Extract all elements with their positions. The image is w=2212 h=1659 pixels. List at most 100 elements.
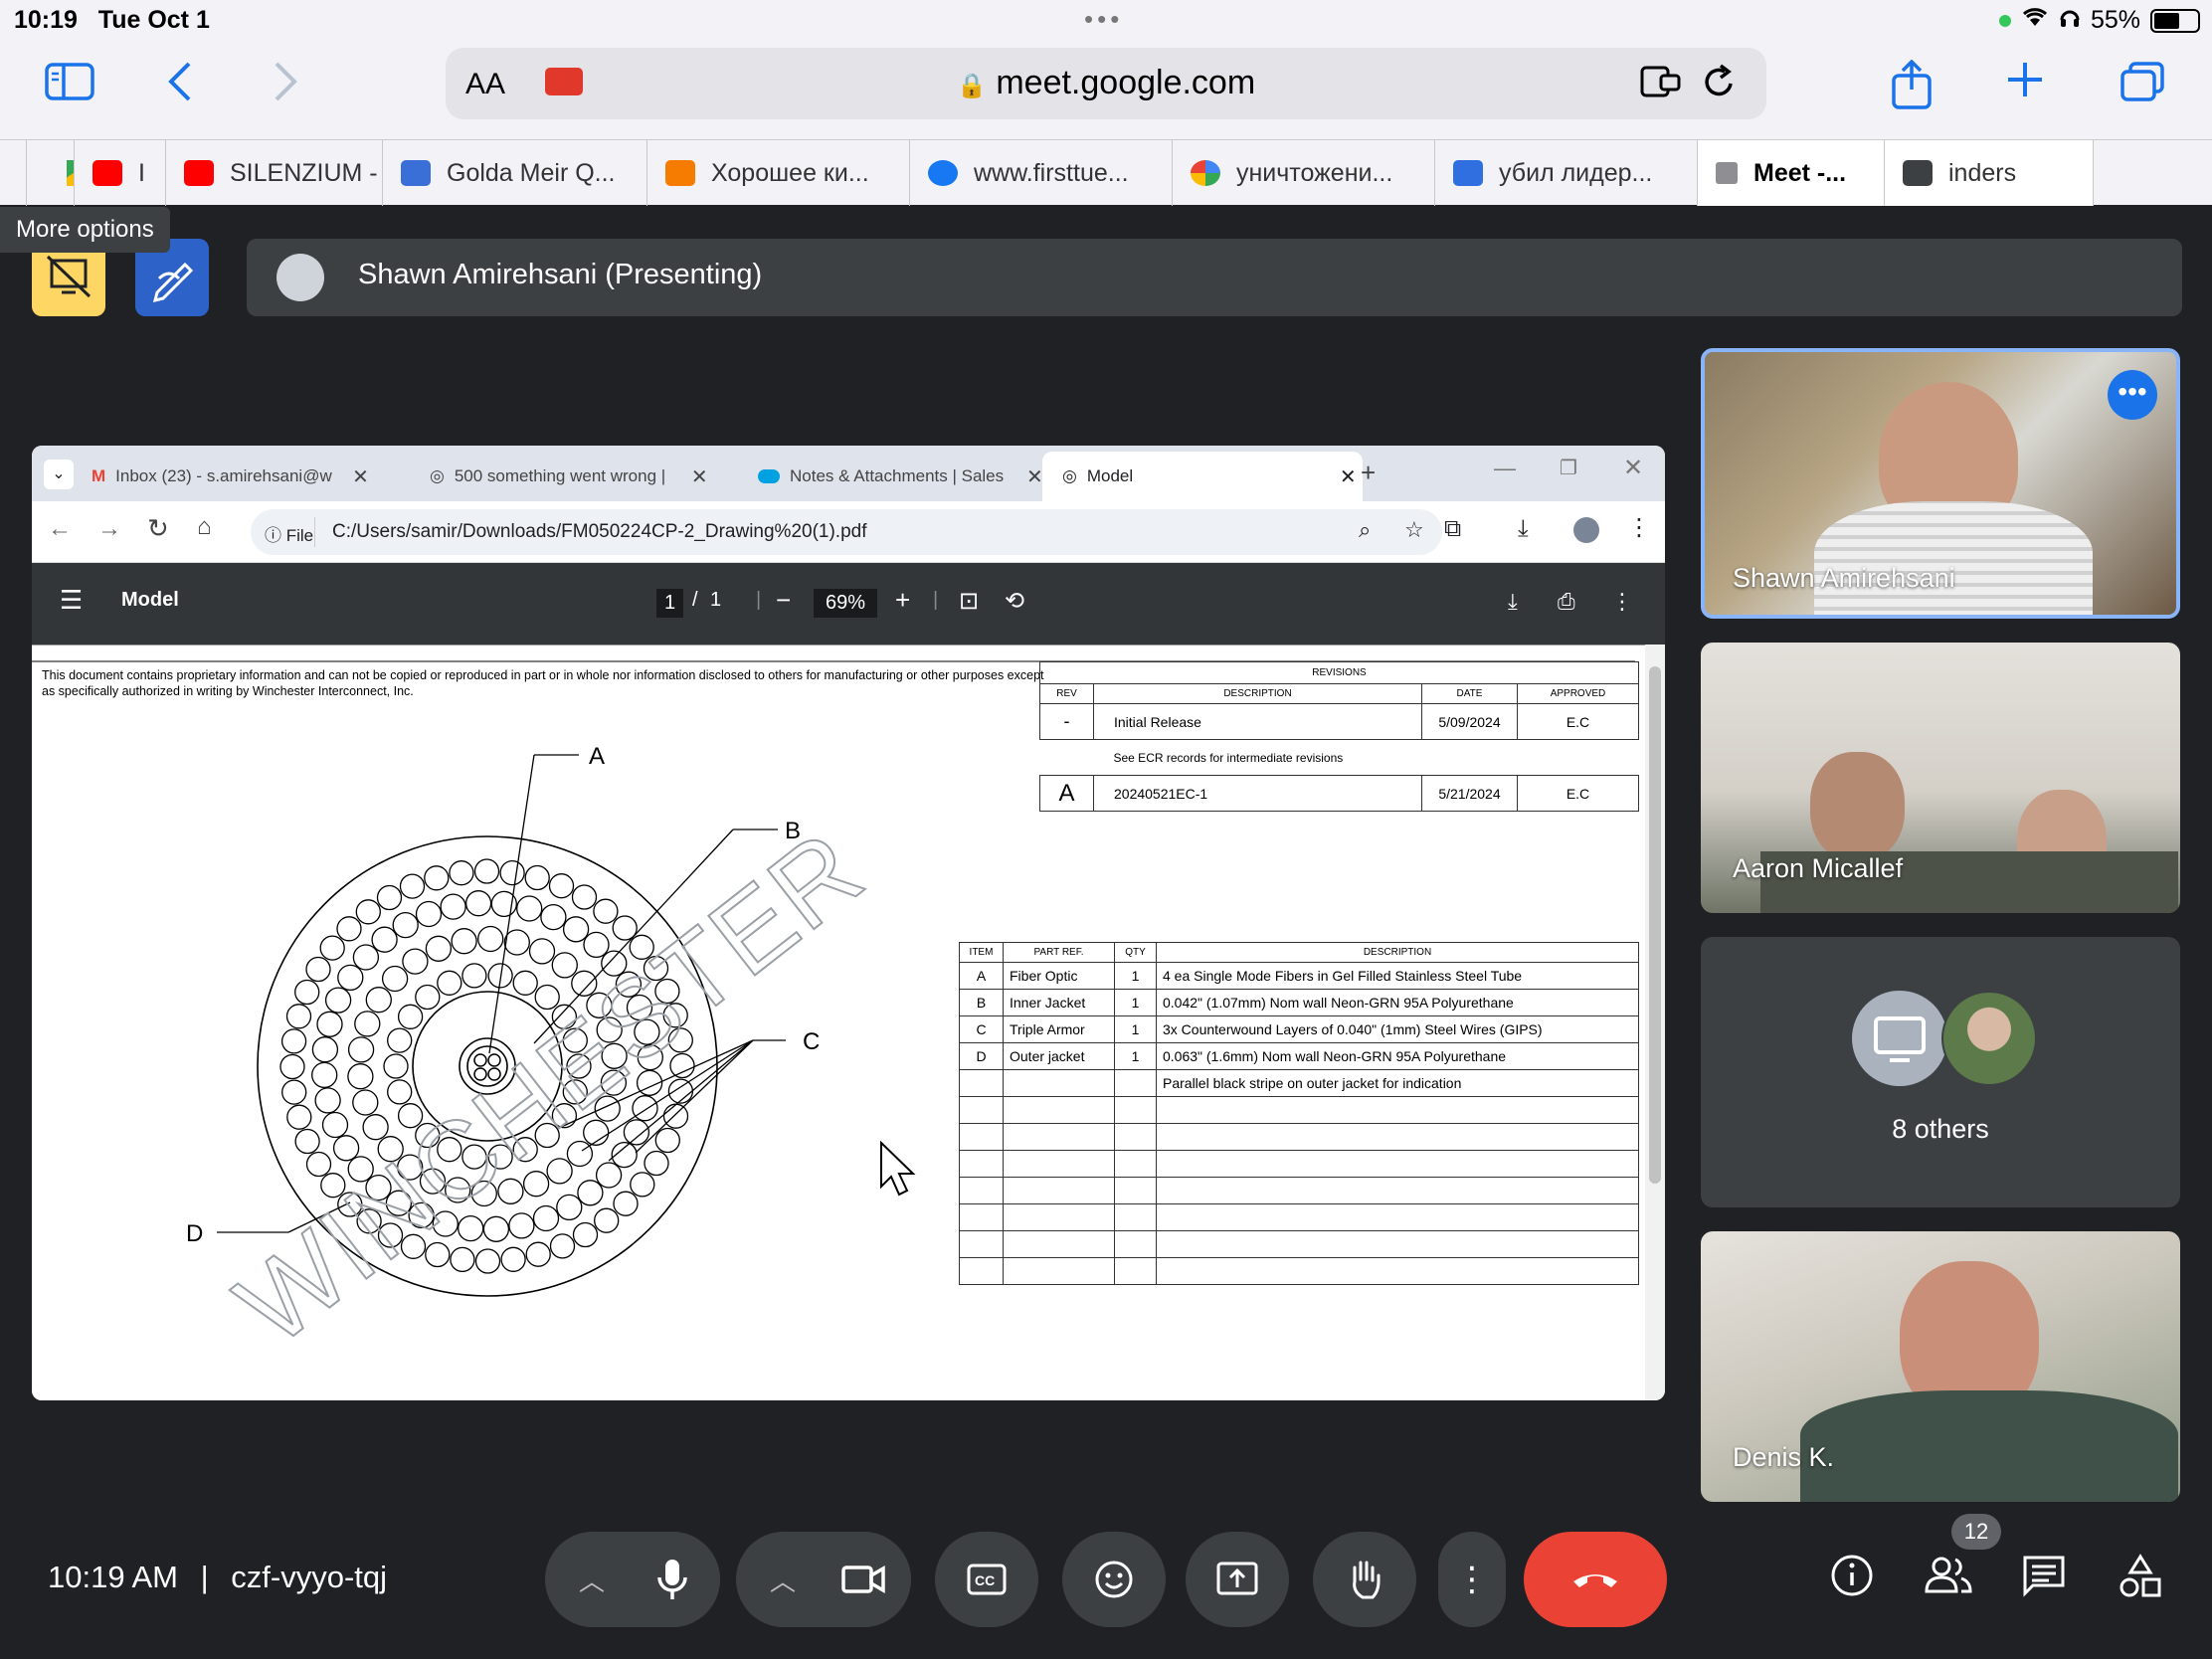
zoom-out-icon[interactable]: −	[776, 585, 791, 616]
close-tab-icon[interactable]	[1716, 162, 1738, 184]
battery-icon	[2150, 8, 2200, 33]
leave-call-button[interactable]	[1524, 1532, 1667, 1627]
armor-wire	[424, 865, 450, 891]
tab-chrome-partial[interactable]	[26, 140, 74, 206]
tab-golda-meir[interactable]: Golda Meir Q...	[382, 140, 646, 206]
tab-ubil-lider[interactable]: убил лидер...	[1434, 140, 1697, 206]
chrome-omnibox[interactable]: ⓘ File C:/Users/samir/Downloads/FM050224…	[251, 509, 1442, 555]
captions-icon: CC	[967, 1564, 1007, 1595]
more-options-button[interactable]: ⋮	[1438, 1532, 1506, 1627]
armor-wire	[381, 965, 409, 993]
print-icon[interactable]: ⎙	[1558, 589, 1575, 615]
close-icon[interactable]: ✕	[691, 464, 708, 489]
forward-icon[interactable]	[271, 60, 300, 114]
chrome-tab-error[interactable]: ◎ 500 something went wrong | ✕	[430, 452, 748, 501]
pdf-title: Model	[121, 589, 179, 611]
tab-youtube-1[interactable]: I	[74, 140, 165, 206]
screen-avatar	[1852, 991, 1947, 1086]
audio-options-chevron-icon[interactable]: ︿	[579, 1562, 605, 1598]
text-size-button[interactable]: AA	[465, 68, 505, 101]
reactions-button[interactable]	[1062, 1532, 1166, 1627]
close-icon[interactable]: ✕	[352, 464, 369, 489]
home-icon[interactable]: ⌂	[197, 513, 212, 541]
back-icon[interactable]	[165, 60, 195, 114]
chrome-menu-icon[interactable]: ⋮	[1627, 513, 1651, 542]
browser-toolbar: AA 🔒 meet.google.com	[0, 42, 2212, 139]
armor-wire	[337, 964, 364, 992]
video-options-chevron-icon[interactable]: ︿	[770, 1562, 796, 1598]
reload-icon[interactable]	[1701, 62, 1739, 110]
download-icon[interactable]: ⤓	[1518, 515, 1529, 543]
zoom-in-icon[interactable]: +	[895, 585, 910, 616]
address-bar[interactable]: AA 🔒 meet.google.com	[446, 48, 1766, 119]
close-window-icon[interactable]: ✕	[1623, 454, 1643, 482]
tab-firsttue[interactable]: www.firsttue...	[909, 140, 1172, 206]
zoom-input[interactable]: 69%	[814, 589, 878, 618]
tab-google-search[interactable]: уничтожени...	[1172, 140, 1434, 206]
participant-tile-others[interactable]: 8 others	[1701, 937, 2180, 1207]
present-button[interactable]	[1186, 1532, 1289, 1627]
tab-overview-icon[interactable]	[2119, 60, 2166, 114]
armor-wire	[595, 1162, 623, 1189]
pdf-download-icon[interactable]: ⤓	[1508, 589, 1518, 615]
camera-recording-icon[interactable]	[545, 68, 583, 95]
chrome-tab-inbox[interactable]: M Inbox (23) - s.amirehsani@w ✕	[92, 452, 420, 501]
participant-tile-aaron[interactable]: Aaron Micallef	[1701, 643, 2180, 913]
extensions-icon[interactable]: ⧉	[1444, 515, 1461, 543]
sidebar-icon[interactable]	[44, 60, 95, 114]
microphone-button[interactable]	[625, 1532, 720, 1627]
armor-wire	[571, 884, 598, 910]
close-icon[interactable]: ✕	[1340, 464, 1357, 489]
chrome-tab-model[interactable]: ◎ Model ✕	[1042, 452, 1363, 501]
rotate-icon[interactable]: ⟲	[1005, 587, 1024, 616]
forward-icon[interactable]: →	[97, 515, 121, 543]
page-input[interactable]: 1	[656, 589, 684, 618]
new-tab-button[interactable]: +	[1361, 458, 1376, 488]
people-count-badge: 12	[1951, 1514, 2001, 1550]
zoom-icon[interactable]: ⌕	[1359, 517, 1371, 543]
restore-icon[interactable]: ❐	[1560, 456, 1577, 480]
tab-khoroshee[interactable]: Хорошее ки...	[646, 140, 909, 206]
multitasking-dots-icon[interactable]: •••	[1084, 4, 1123, 35]
file-chip[interactable]: ⓘ File	[265, 521, 313, 546]
pdf-scrollbar[interactable]	[1645, 645, 1665, 1400]
callout-b: B	[785, 818, 801, 844]
people-icon[interactable]	[1924, 1554, 1973, 1607]
tab-silenzium[interactable]: SILENZIUM -	[165, 140, 382, 206]
minimize-icon[interactable]: —	[1494, 456, 1516, 481]
profile-avatar[interactable]	[1573, 517, 1599, 543]
meeting-details-icon[interactable]	[1830, 1554, 1874, 1607]
table-row: A Fiber Optic 1 4 ea Single Mode Fibers in …	[959, 962, 1639, 990]
new-tab-icon[interactable]	[2005, 60, 2045, 110]
chat-icon[interactable]	[2021, 1554, 2067, 1607]
menu-icon[interactable]: ☰	[60, 585, 83, 616]
camera-button[interactable]	[816, 1532, 911, 1627]
bookmark-star-icon[interactable]: ☆	[1404, 517, 1424, 543]
tile-more-options-icon[interactable]: •••	[2108, 370, 2157, 420]
share-to-device-icon[interactable]	[1639, 62, 1683, 110]
back-icon[interactable]: ←	[48, 515, 72, 543]
armor-wire	[305, 1151, 332, 1178]
armor-wire	[347, 1063, 374, 1090]
armor-wire	[449, 860, 474, 886]
tab-search-icon[interactable]: ⌄	[44, 460, 74, 489]
tab-reminders[interactable]: inders	[1884, 140, 2093, 206]
chrome-tab-notes[interactable]: Notes & Attachments | Sales ✕	[758, 452, 1056, 501]
close-icon[interactable]: ✕	[1026, 464, 1043, 489]
participant-tile-denis[interactable]: Denis K.	[1701, 1231, 2180, 1502]
share-icon[interactable]	[1890, 59, 1934, 120]
table-row: B Inner Jacket 1 0.042" (1.07mm) Nom wall N…	[959, 989, 1639, 1016]
reload-icon[interactable]: ↻	[147, 513, 169, 544]
armor-wire	[532, 1204, 560, 1232]
activities-icon[interactable]	[2119, 1554, 2162, 1609]
fit-page-icon[interactable]: ⊡	[959, 587, 979, 616]
pdf-more-icon[interactable]: ⋮	[1611, 589, 1633, 615]
armor-wire	[594, 1207, 620, 1233]
armor-wire	[572, 1221, 599, 1248]
participant-tile-shawn[interactable]: ••• Shawn Amirehsani	[1701, 348, 2180, 619]
captions-button[interactable]: CC	[935, 1532, 1038, 1627]
tab-empty[interactable]	[2093, 140, 2212, 206]
scroll-thumb[interactable]	[1649, 666, 1661, 1184]
raise-hand-button[interactable]	[1313, 1532, 1416, 1627]
mouse-cursor-icon	[880, 1141, 916, 1197]
